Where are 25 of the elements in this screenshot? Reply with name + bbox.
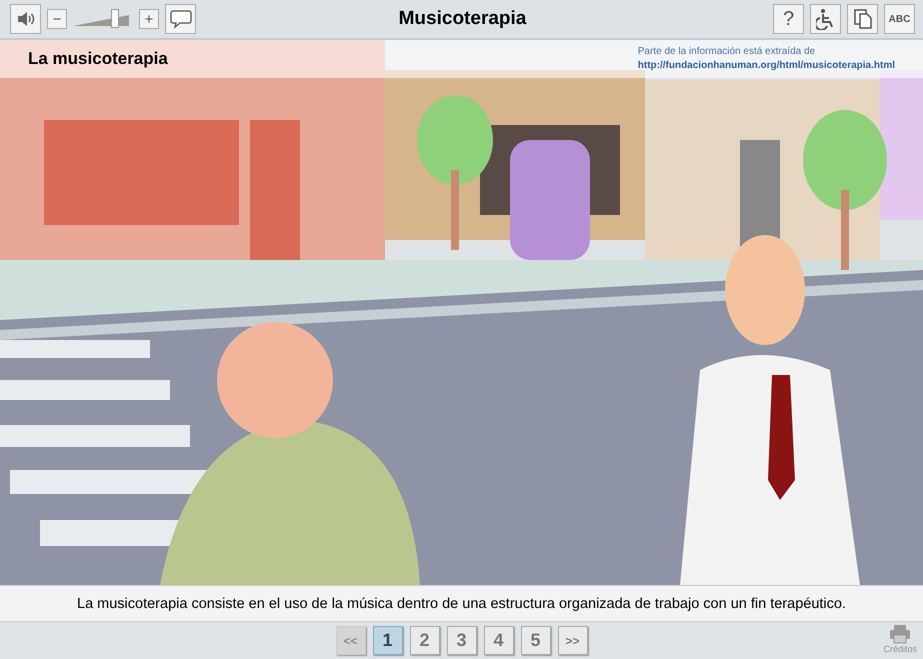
text-button[interactable]: ABC <box>884 4 915 34</box>
window-title: Musicoterapia <box>398 8 526 30</box>
source-note: Parte de la información está extraída de <box>638 45 816 59</box>
copy-button[interactable] <box>847 4 878 34</box>
speech-bubble-icon <box>170 9 192 29</box>
speech-bubble-button[interactable] <box>165 4 196 34</box>
accessibility-button[interactable] <box>810 4 841 34</box>
speaker-button[interactable] <box>10 4 41 34</box>
caption-text: La musicoterapia consiste en el uso de la música dentro de una estructura organizada de trabajo con un fin terapéutico. <box>0 585 923 621</box>
page-button[interactable]: 2 <box>410 626 440 655</box>
wheelchair-icon <box>816 8 836 30</box>
page-button[interactable]: 1 <box>372 626 402 655</box>
zoom-out-button[interactable]: − <box>47 9 67 29</box>
help-button[interactable]: ? <box>773 4 804 34</box>
page-button[interactable]: 4 <box>484 626 514 655</box>
printer-icon <box>889 624 912 644</box>
section-heading: La musicoterapia <box>28 49 168 69</box>
source-link[interactable]: http://fundacionhanuman.org/html/musicoterapia.html <box>638 60 895 71</box>
next-button[interactable]: >> <box>558 626 588 655</box>
speaker-icon <box>16 11 36 27</box>
credits-button[interactable]: Créditos <box>883 624 917 654</box>
zoom-in-button[interactable]: + <box>139 9 159 29</box>
pages-icon <box>854 9 872 29</box>
page-button[interactable]: 3 <box>446 626 476 655</box>
page-button[interactable]: 5 <box>520 626 550 655</box>
